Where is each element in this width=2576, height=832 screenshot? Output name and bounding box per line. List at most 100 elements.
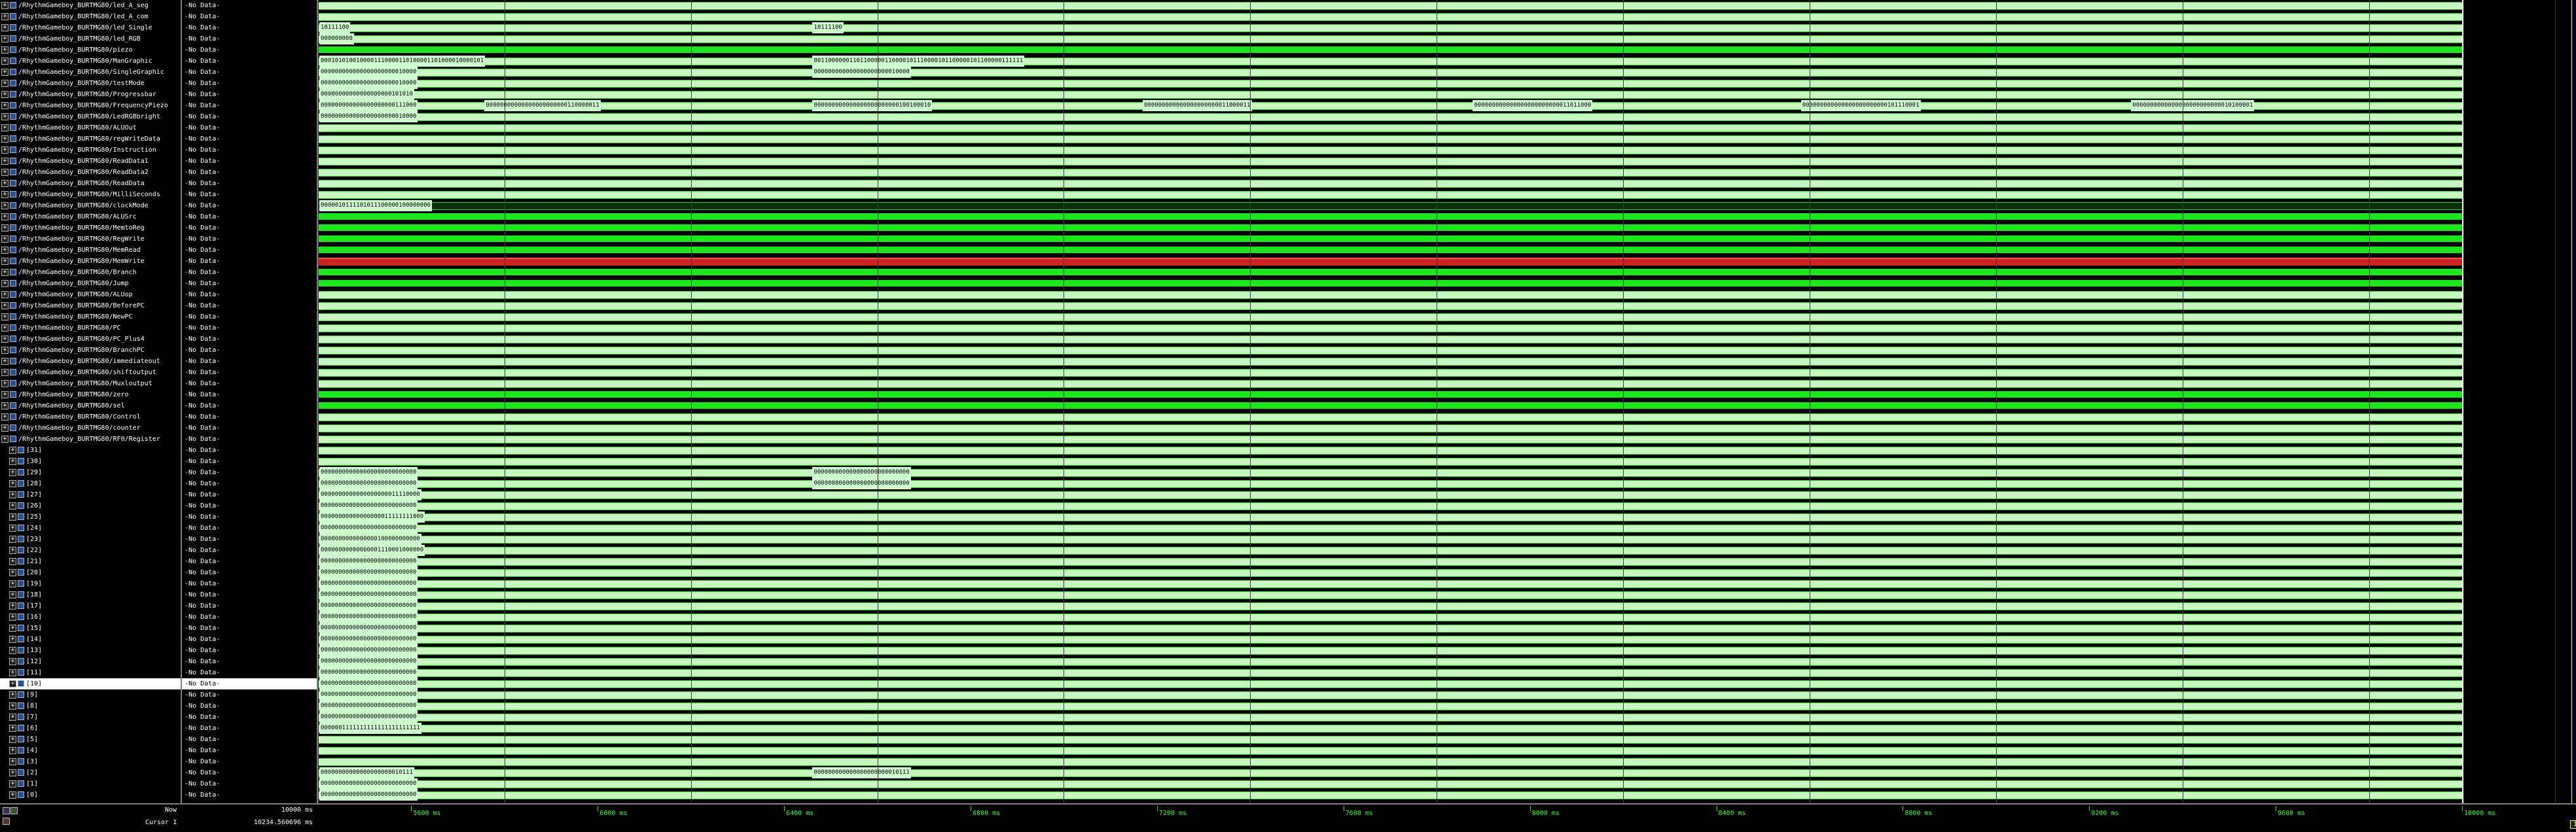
- signal-name-row[interactable]: + [30]: [0, 456, 181, 467]
- expand-icon[interactable]: +: [1, 79, 9, 87]
- expand-icon[interactable]: +: [1, 424, 9, 432]
- waveform-row[interactable]: 000000000000000000000000000: [318, 701, 2462, 712]
- signal-name-row[interactable]: + /RhythmGameboy_BURTMG80/piezo: [0, 44, 181, 56]
- signal-name-row[interactable]: + [27]: [0, 489, 181, 500]
- waveform-row[interactable]: [318, 278, 2462, 289]
- signal-name-row[interactable]: + /RhythmGameboy_BURTMG80/led_A_seg: [0, 0, 181, 11]
- signal-names-pane[interactable]: + /RhythmGameboy_BURTMG80/led_A_seg + /Rhyt…: [0, 0, 182, 803]
- waveform-row[interactable]: [318, 0, 2462, 11]
- expand-icon[interactable]: +: [1, 390, 9, 398]
- waveform-row[interactable]: [318, 434, 2462, 445]
- signal-name-row[interactable]: + [3]: [0, 756, 181, 767]
- waveform-row[interactable]: 000000000000000000000000000: [318, 656, 2462, 667]
- signal-name-row[interactable]: + [8]: [0, 701, 181, 712]
- waveform-row[interactable]: [318, 756, 2462, 767]
- add-cursor-icon[interactable]: [10, 807, 18, 814]
- expand-icon[interactable]: +: [1, 135, 9, 143]
- expand-icon[interactable]: +: [1, 201, 9, 209]
- expand-icon[interactable]: +: [1, 335, 9, 343]
- signal-name-row[interactable]: + /RhythmGameboy_BURTMG80/RF0/Register: [0, 434, 181, 445]
- expand-icon[interactable]: +: [1, 179, 9, 187]
- waveform-row[interactable]: 000000000000000000000000000: [318, 556, 2462, 567]
- expand-icon[interactable]: +: [9, 513, 16, 521]
- signal-name-row[interactable]: + /RhythmGameboy_BURTMG80/counter: [0, 423, 181, 434]
- signal-name-row[interactable]: + [1]: [0, 778, 181, 789]
- signal-name-row[interactable]: + [9]: [0, 689, 181, 701]
- signal-name-row[interactable]: + [29]: [0, 467, 181, 478]
- signal-name-row[interactable]: + [23]: [0, 534, 181, 545]
- waveform-row[interactable]: [318, 178, 2462, 189]
- waveform-row[interactable]: [318, 189, 2462, 200]
- waveform-row[interactable]: [318, 234, 2462, 245]
- signal-name-row[interactable]: + [18]: [0, 589, 181, 600]
- signal-name-row[interactable]: + [25]: [0, 511, 181, 523]
- signal-name-row[interactable]: + /RhythmGameboy_BURTMG80/regWriteData: [0, 133, 181, 145]
- signal-name-row[interactable]: + [14]: [0, 634, 181, 645]
- timeline-ruler[interactable]: 5600 ms 6000 ms 6400 ms 6800 ms 7200 ms 7600 …: [318, 805, 2576, 832]
- expand-icon[interactable]: +: [1, 302, 9, 309]
- expand-icon[interactable]: +: [9, 691, 16, 699]
- expand-icon[interactable]: +: [1, 224, 9, 232]
- expand-icon[interactable]: +: [1, 68, 9, 76]
- signal-name-row[interactable]: + /RhythmGameboy_BURTMG80/zero: [0, 389, 181, 400]
- waveform-row[interactable]: 0000010111101011100000100000000: [318, 200, 2462, 211]
- signal-name-row[interactable]: + [16]: [0, 612, 181, 623]
- expand-icon[interactable]: +: [9, 769, 16, 776]
- waveform-row[interactable]: 0000000000000000100000000000: [318, 534, 2462, 545]
- signal-name-row[interactable]: + [10]: [0, 678, 181, 689]
- expand-icon[interactable]: +: [1, 290, 9, 298]
- signal-name-row[interactable]: + [0]: [0, 789, 181, 801]
- waveform-row[interactable]: [318, 734, 2462, 745]
- expand-icon[interactable]: +: [9, 535, 16, 543]
- waveform-row[interactable]: 0000000000000000000011110000: [318, 489, 2462, 500]
- expand-icon[interactable]: +: [9, 502, 16, 510]
- waveform-row[interactable]: [318, 256, 2462, 267]
- waveform-row[interactable]: [318, 11, 2462, 22]
- waveform-row[interactable]: [318, 445, 2462, 456]
- waveform-row[interactable]: [318, 156, 2462, 167]
- signal-name-row[interactable]: + /RhythmGameboy_BURTMG80/LedRGBbright: [0, 111, 181, 122]
- waveform-pane[interactable]: 10111100 10111100 000000000 000101010010000…: [318, 0, 2576, 803]
- signal-name-row[interactable]: + /RhythmGameboy_BURTMG80/led_Single: [0, 22, 181, 33]
- signal-name-row[interactable]: + /RhythmGameboy_BURTMG80/MemtoReg: [0, 222, 181, 234]
- waveform-row[interactable]: 000000000000000000000000000: [318, 667, 2462, 678]
- waveform-row[interactable]: 10111100 10111100: [318, 22, 2462, 33]
- signal-name-row[interactable]: + [15]: [0, 623, 181, 634]
- expand-icon[interactable]: +: [1, 435, 9, 443]
- waveform-row[interactable]: [318, 122, 2462, 133]
- expand-icon[interactable]: +: [1, 413, 9, 421]
- signal-name-row[interactable]: + [21]: [0, 556, 181, 567]
- expand-icon[interactable]: +: [9, 491, 16, 498]
- waveform-row[interactable]: 000000000: [318, 33, 2462, 44]
- expand-icon[interactable]: +: [9, 780, 16, 788]
- signal-name-row[interactable]: + [12]: [0, 656, 181, 667]
- signal-name-row[interactable]: + /RhythmGameboy_BURTMG80/led_A_com: [0, 11, 181, 22]
- signal-name-row[interactable]: + /RhythmGameboy_BURTMG80/Instruction: [0, 145, 181, 156]
- signal-name-row[interactable]: + [26]: [0, 500, 181, 511]
- expand-icon[interactable]: +: [1, 168, 9, 176]
- signal-name-row[interactable]: + [6]: [0, 723, 181, 734]
- signal-name-row[interactable]: + /RhythmGameboy_BURTMG80/MemWrite: [0, 256, 181, 267]
- signal-name-row[interactable]: + [24]: [0, 523, 181, 534]
- expand-icon[interactable]: +: [1, 246, 9, 254]
- waveform-row[interactable]: 000000000000000000000000000 0000000000000…: [318, 478, 2462, 489]
- signal-name-row[interactable]: + /RhythmGameboy_BURTMG80/ALUSrc: [0, 211, 181, 222]
- signal-values-pane[interactable]: -No Data- -No Data- -No Data- -No Data- -No …: [182, 0, 318, 803]
- waveform-row[interactable]: 00000000000000000011111111000: [318, 511, 2462, 523]
- expand-icon[interactable]: +: [9, 446, 16, 454]
- signal-name-row[interactable]: + [4]: [0, 745, 181, 756]
- waveform-row[interactable]: 000000000000000000000000000: [318, 578, 2462, 589]
- expand-icon[interactable]: +: [9, 657, 16, 665]
- waveform-row[interactable]: [318, 367, 2462, 378]
- waveform-row[interactable]: 000000000000000000000111000 0000000000000…: [318, 100, 2462, 111]
- expand-icon[interactable]: +: [1, 279, 9, 287]
- expand-icon[interactable]: +: [1, 379, 9, 387]
- signal-name-row[interactable]: + [13]: [0, 645, 181, 656]
- signal-name-row[interactable]: + /RhythmGameboy_BURTMG80/BeforePC: [0, 300, 181, 311]
- expand-icon[interactable]: +: [1, 257, 9, 265]
- waveform-row[interactable]: [318, 167, 2462, 178]
- expand-icon[interactable]: +: [9, 568, 16, 576]
- signal-name-row[interactable]: + /RhythmGameboy_BURTMG80/FrequencyPiezo: [0, 100, 181, 111]
- waveform-row[interactable]: [318, 389, 2462, 400]
- waveform-row[interactable]: 000000000000000000000000000 0000000000000…: [318, 467, 2462, 478]
